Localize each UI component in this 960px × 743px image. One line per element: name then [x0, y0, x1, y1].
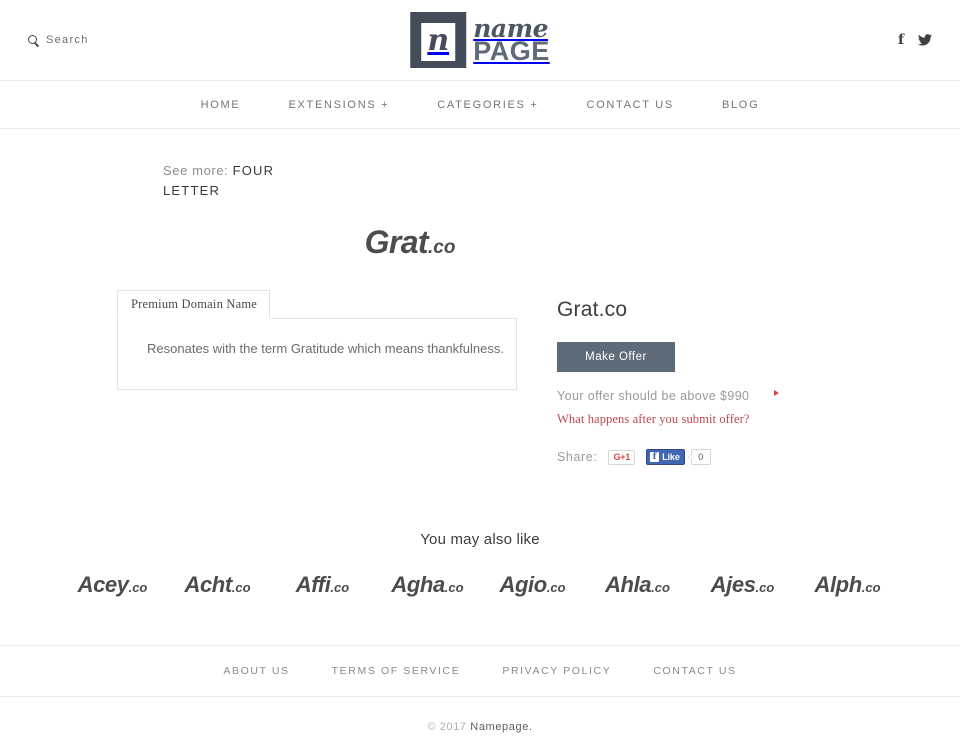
domain-description: Resonates with the term Gratitude which …	[117, 318, 517, 390]
footer-link-terms-of-service[interactable]: TERMS OF SERVICE	[311, 665, 482, 677]
logo-mark-icon: n	[410, 12, 467, 68]
list-item[interactable]: Acey.co	[60, 572, 165, 598]
breadcrumb: See more: FOUR LETTER	[163, 129, 288, 201]
list-item[interactable]: Alph.co	[795, 572, 900, 598]
list-item[interactable]: Ahla.co	[585, 572, 690, 598]
also-like-list: Acey.co Acht.co Affi.co Agha.co Agio.co …	[60, 572, 900, 598]
search-icon	[28, 34, 39, 46]
arrow-right-icon	[774, 390, 779, 396]
offer-minimum-hint: Your offer should be above $990	[557, 387, 779, 406]
facebook-icon: f	[650, 452, 660, 462]
page-title: Grat.co	[557, 298, 628, 321]
related-domain-tld: .co	[231, 580, 251, 595]
related-domain-name: Ahla	[605, 572, 652, 597]
facebook-like-button[interactable]: f Like	[646, 449, 685, 465]
main-content: See more: FOUR LETTER Grat.co Premium Do…	[60, 129, 900, 598]
related-domain-tld: .co	[651, 580, 670, 595]
nav-item-extensions[interactable]: EXTENSIONS +	[264, 99, 413, 111]
logo-page-text: PAGE	[473, 35, 550, 66]
list-item[interactable]: Acht.co	[165, 572, 270, 598]
related-domain-name: Acey	[77, 572, 129, 597]
footer-link-contact-us[interactable]: CONTACT US	[632, 665, 757, 677]
facebook-like-label: Like	[662, 452, 680, 462]
facebook-share-count: 0	[687, 449, 711, 465]
hero-domain-tld: .co	[427, 237, 456, 258]
copyright-site-name: Namepage.	[470, 721, 533, 733]
main-navigation: HOME EXTENSIONS + CATEGORIES + CONTACT U…	[0, 81, 960, 129]
breadcrumb-prefix: See more:	[163, 163, 229, 178]
related-domain-tld: .co	[546, 580, 566, 595]
nav-item-blog[interactable]: BLOG	[698, 99, 783, 111]
share-row: Share: G+1 f Like 0	[557, 449, 857, 465]
search-label: Search	[46, 34, 89, 46]
tab-premium-domain-name[interactable]: Premium Domain Name	[117, 290, 270, 319]
make-offer-button[interactable]: Make Offer	[557, 342, 675, 372]
related-domain-name: Agha	[391, 572, 445, 597]
related-domain-name: Ajes	[710, 572, 756, 597]
domain-details-panel: Premium Domain Name Resonates with the t…	[117, 290, 517, 465]
copyright-year: © 2017	[427, 721, 467, 733]
list-item[interactable]: Affi.co	[270, 572, 375, 598]
twitter-icon[interactable]	[918, 34, 932, 46]
what-happens-link[interactable]: What happens after you submit offer?	[557, 412, 857, 427]
related-domain-name: Agio	[499, 572, 547, 597]
offer-panel: Grat.co Make Offer Your offer should be …	[557, 290, 857, 465]
share-label: Share:	[557, 450, 598, 464]
logo-mark-letter: n	[427, 23, 450, 58]
related-domain-name: Acht	[184, 572, 232, 597]
related-domain-tld: .co	[330, 580, 350, 595]
facebook-like-group: f Like 0	[646, 449, 711, 465]
related-domain-name: Alph	[814, 572, 862, 597]
nav-item-home[interactable]: HOME	[177, 99, 265, 111]
facebook-icon[interactable]: f	[898, 33, 904, 47]
footer-link-privacy-policy[interactable]: PRIVACY POLICY	[481, 665, 632, 677]
related-domain-tld: .co	[861, 580, 881, 595]
social-links: f	[898, 33, 932, 47]
search-button[interactable]: Search	[28, 34, 89, 46]
related-domain-tld: .co	[444, 580, 464, 595]
site-logo[interactable]: n name PAGE	[410, 12, 550, 68]
offer-minimum-hint-text: Your offer should be above $990	[557, 389, 750, 403]
top-bar: Search n name PAGE f	[0, 0, 960, 81]
google-plus-share-button[interactable]: G+1	[608, 449, 636, 465]
list-item[interactable]: Agha.co	[375, 572, 480, 598]
hero-domain-logo: Grat.co	[0, 224, 900, 261]
related-domain-tld: .co	[128, 580, 148, 595]
nav-item-categories[interactable]: CATEGORIES +	[413, 99, 562, 111]
list-item[interactable]: Ajes.co	[690, 572, 795, 598]
list-item[interactable]: Agio.co	[480, 572, 585, 598]
hero-domain-name: Grat	[364, 224, 429, 260]
related-domain-name: Affi	[295, 572, 331, 597]
footer-link-about-us[interactable]: ABOUT US	[202, 665, 310, 677]
copyright: © 2017 Namepage.	[0, 721, 960, 733]
nav-item-contact-us[interactable]: CONTACT US	[562, 99, 698, 111]
related-domain-tld: .co	[755, 580, 775, 595]
footer-links: ABOUT US TERMS OF SERVICE PRIVACY POLICY…	[0, 645, 960, 697]
also-like-heading: You may also like	[420, 531, 540, 548]
